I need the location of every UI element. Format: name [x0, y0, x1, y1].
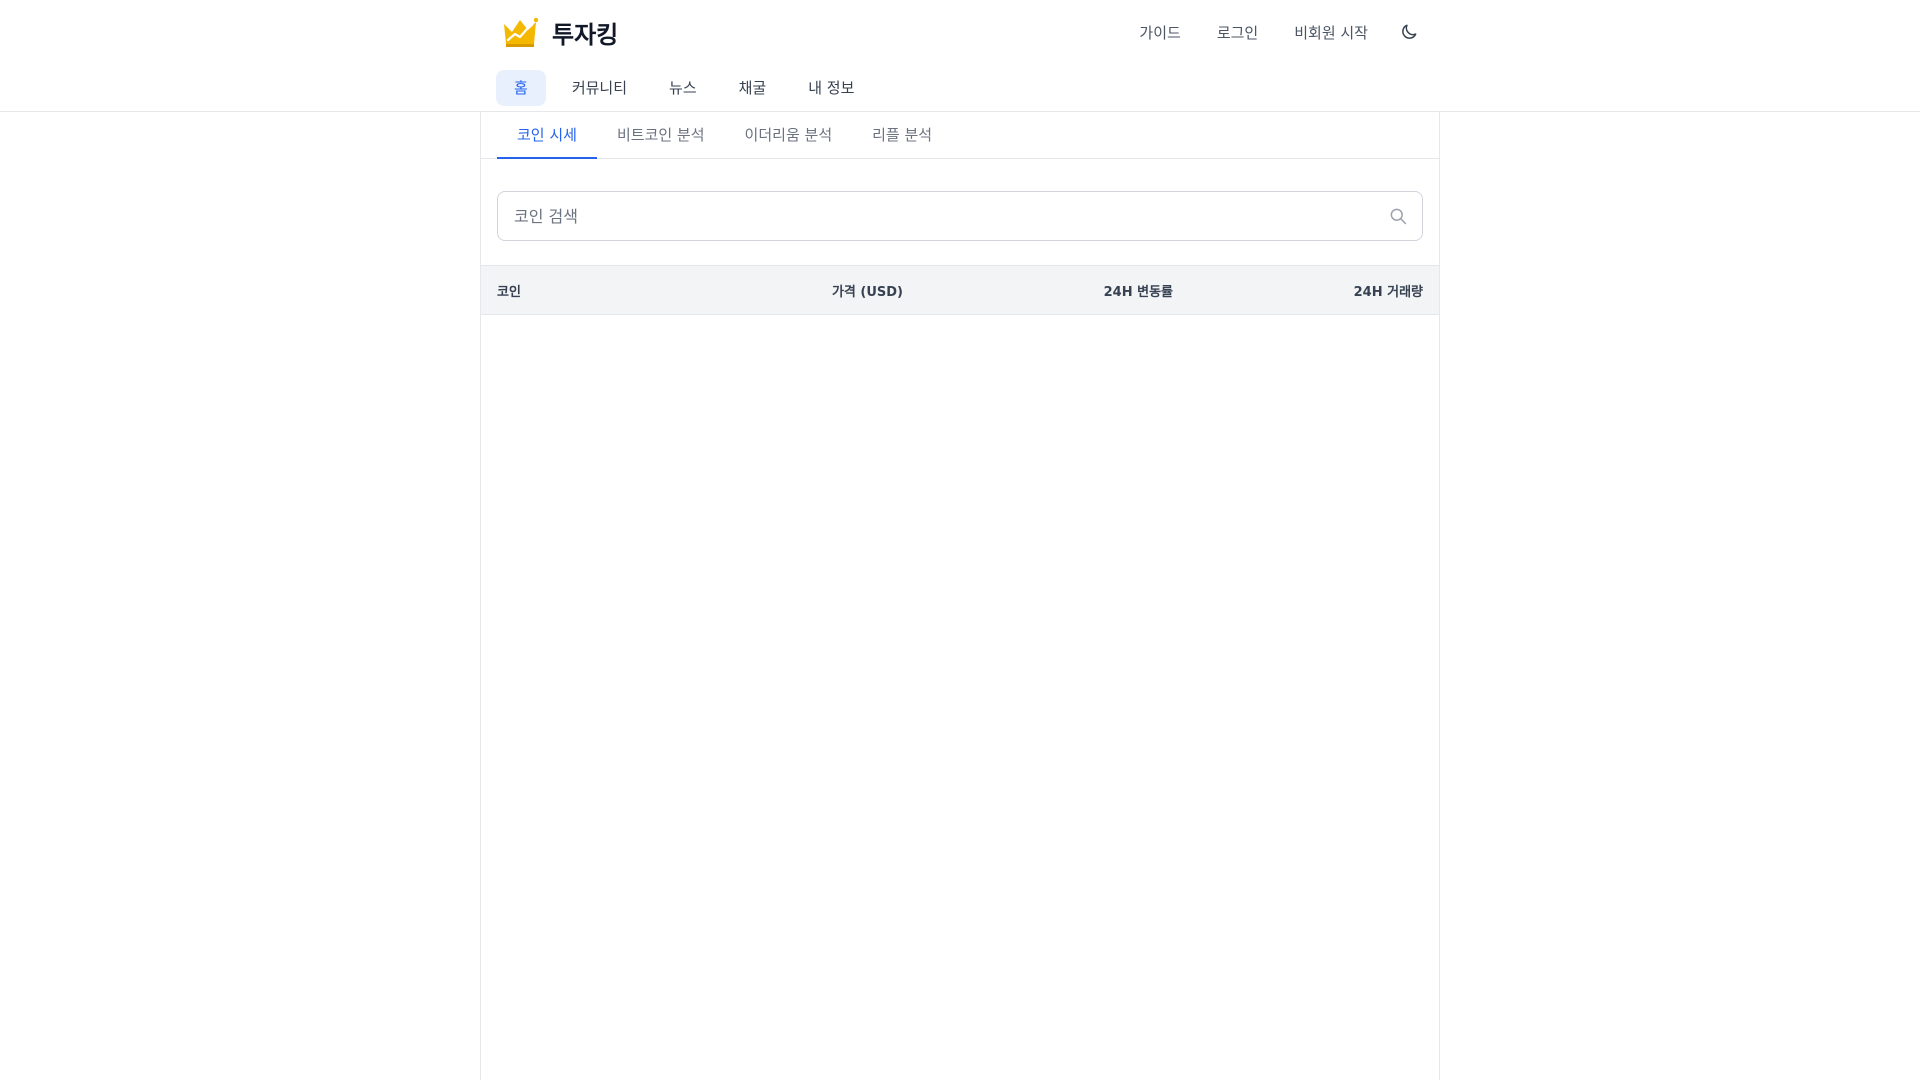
tab-ripple-analysis[interactable]: 리플 분석	[852, 112, 952, 159]
theme-toggle-button[interactable]	[1398, 21, 1420, 43]
nav-item-my-info[interactable]: 내 정보	[792, 70, 870, 106]
guest-start-link[interactable]: 비회원 시작	[1294, 22, 1368, 43]
nav-item-mining[interactable]: 채굴	[723, 70, 783, 106]
site-header: 투자킹 가이드 로그인 비회원 시작 홈 커뮤니티 뉴스 채굴 내 정보	[0, 0, 1920, 112]
nav-item-home[interactable]: 홈	[496, 70, 546, 106]
main-nav: 홈 커뮤니티 뉴스 채굴 내 정보	[496, 70, 870, 106]
moon-icon	[1402, 24, 1417, 39]
search-section	[481, 159, 1439, 265]
coin-table-body	[481, 315, 1439, 915]
nav-item-news[interactable]: 뉴스	[653, 70, 713, 106]
tab-ethereum-analysis[interactable]: 이더리움 분석	[725, 112, 853, 159]
brand-name: 투자킹	[552, 20, 619, 49]
coin-search-input[interactable]	[498, 192, 1422, 240]
brand-logo[interactable]: 투자킹	[500, 12, 618, 52]
column-header-change[interactable]: 24H 변동률	[903, 281, 1173, 300]
main-content: 코인 시세 비트코인 분석 이더리움 분석 리플 분석 코인 가격 (USD) …	[480, 112, 1440, 1080]
search-icon[interactable]	[1388, 206, 1408, 226]
header-links: 가이드 로그인 비회원 시작	[1103, 18, 1420, 46]
login-link[interactable]: 로그인	[1217, 22, 1258, 43]
search-box	[497, 191, 1423, 241]
guide-link[interactable]: 가이드	[1139, 22, 1180, 43]
column-header-volume[interactable]: 24H 거래량	[1173, 281, 1423, 300]
crown-chart-icon	[504, 17, 539, 47]
column-header-coin[interactable]: 코인	[497, 281, 697, 300]
sub-tabs: 코인 시세 비트코인 분석 이더리움 분석 리플 분석	[481, 112, 1439, 159]
tab-bitcoin-analysis[interactable]: 비트코인 분석	[597, 112, 725, 159]
column-header-price[interactable]: 가격 (USD)	[697, 281, 903, 300]
coin-table-header: 코인 가격 (USD) 24H 변동률 24H 거래량	[481, 265, 1439, 315]
nav-item-community[interactable]: 커뮤니티	[556, 70, 643, 106]
tab-coin-prices[interactable]: 코인 시세	[497, 112, 597, 159]
